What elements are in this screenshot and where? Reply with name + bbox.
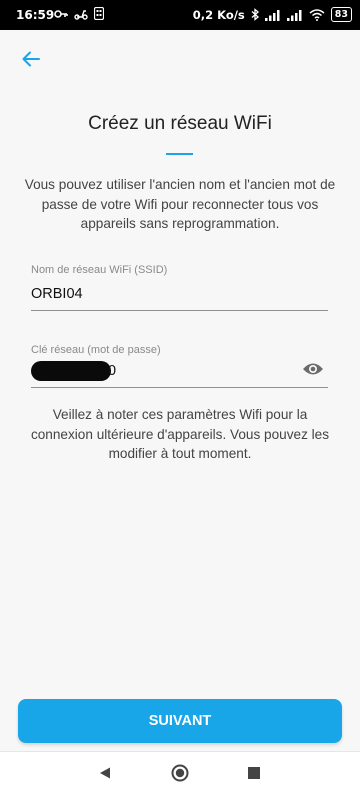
bluetooth-icon [251, 8, 259, 21]
ssid-label: Nom de réseau WiFi (SSID) [31, 264, 168, 276]
info-note: Veillez à noter ces paramètres Wifi pour… [30, 407, 330, 461]
wifi-icon [309, 8, 325, 21]
ssid-input[interactable] [31, 282, 328, 306]
nav-home-icon[interactable] [171, 764, 189, 782]
status-bar: 16:59 0,2 Ko/s 83 [0, 0, 360, 30]
page-title: Créez un réseau WiFi [88, 113, 272, 134]
redaction-mask [31, 361, 111, 381]
key-icon [54, 9, 68, 18]
network-speed: 0,2 Ko/s [192, 7, 245, 22]
signal-2-icon [286, 9, 302, 21]
arrow-left-icon [22, 51, 40, 67]
ssid-field[interactable] [31, 282, 328, 311]
eye-icon[interactable] [302, 361, 324, 377]
system-nav-bar [0, 751, 360, 800]
title-accent-divider [166, 153, 193, 155]
nav-recents-icon[interactable] [248, 767, 260, 779]
password-visible-tail: 0 [108, 363, 117, 379]
scooter-icon [74, 9, 88, 20]
notification-icons [54, 7, 104, 20]
app-grid-icon [94, 7, 104, 20]
battery-indicator: 83 [330, 7, 352, 22]
nav-back-icon[interactable] [98, 766, 112, 780]
signal-1-icon [264, 9, 280, 21]
page-description: Vous pouvez utiliser l'ancien nom et l'a… [24, 177, 336, 231]
system-icons: 0,2 Ko/s 83 [193, 7, 352, 22]
next-button[interactable]: SUIVANT [18, 699, 342, 743]
password-field[interactable]: 0 [31, 359, 328, 388]
back-button[interactable] [18, 46, 44, 72]
status-time: 16:59 [16, 8, 55, 22]
password-label: Clé réseau (mot de passe) [31, 344, 161, 356]
